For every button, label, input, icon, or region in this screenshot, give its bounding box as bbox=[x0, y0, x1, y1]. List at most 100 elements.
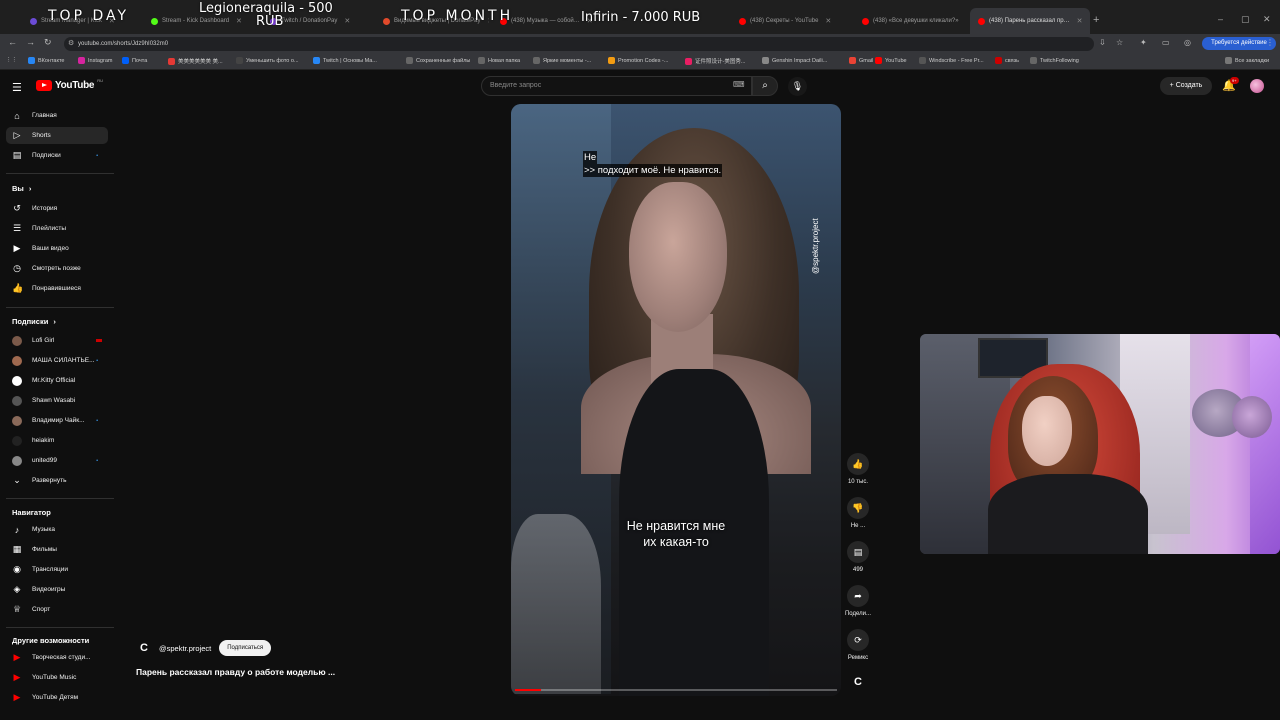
action-required-button[interactable]: Требуется действие bbox=[1202, 37, 1276, 50]
studio-icon: ▶ bbox=[13, 652, 21, 662]
sidebar-item-playlists[interactable]: ☰ Плейлисты bbox=[6, 220, 108, 237]
all-bookmarks[interactable]: Все закладки bbox=[1225, 57, 1269, 64]
bookmark-item[interactable]: Почта bbox=[122, 57, 147, 64]
browser-tab[interactable]: (438) Секреты - YouTube ✕ bbox=[731, 8, 851, 34]
channel-logo-icon[interactable]: C bbox=[137, 641, 151, 655]
bookmark-favicon-icon bbox=[122, 57, 129, 64]
channel-name[interactable]: @spektr.project bbox=[159, 644, 211, 653]
sidebar-item-movies[interactable]: ▦ Фильмы bbox=[6, 541, 108, 558]
bookmark-item[interactable]: TwitchFollowing bbox=[1030, 57, 1079, 64]
bookmark-star-icon[interactable]: ☆ bbox=[1116, 38, 1123, 47]
sidebar-item-music[interactable]: ♪ Музыка bbox=[6, 521, 108, 538]
share-button[interactable]: ➦ bbox=[847, 585, 869, 607]
bookmark-item[interactable]: 美美美美美美 美... bbox=[168, 57, 223, 65]
url-field[interactable]: ⚙ youtube.com/shorts/Jdz9hI032m0 bbox=[64, 37, 1094, 51]
bookmark-item[interactable]: Promotion Codes -... bbox=[608, 57, 668, 64]
sidebar-subscription[interactable]: Shawn Wasabi bbox=[6, 392, 108, 409]
remix-button[interactable]: ⟳ bbox=[847, 629, 869, 651]
extensions-icon[interactable]: ✦ bbox=[1140, 38, 1147, 47]
bookmark-item[interactable]: Instagram bbox=[78, 57, 112, 64]
all-bookmarks-label: Все закладки bbox=[1235, 57, 1270, 64]
tab-close-icon[interactable]: ✕ bbox=[1077, 17, 1083, 25]
sidebar-item-shorts[interactable]: ▷ Shorts bbox=[6, 127, 108, 144]
sidebar-icon[interactable]: ▭ bbox=[1162, 38, 1170, 47]
bookmark-item[interactable]: Уменьшить фото о... bbox=[236, 57, 299, 64]
browser-tab[interactable]: (438) «Все девушки кликали?»✕ bbox=[854, 8, 966, 34]
sidebar-subscription[interactable]: heiakim bbox=[6, 432, 108, 449]
sidebar-subscription[interactable]: МАША СИЛАНТЬЕ... • bbox=[6, 352, 108, 369]
sidebar-item-watch-later[interactable]: ◷ Смотреть позже bbox=[6, 260, 108, 277]
short-title[interactable]: Парень рассказал правду о работе моделью… bbox=[136, 667, 335, 677]
create-button[interactable]: + Создать bbox=[1160, 77, 1212, 95]
apps-icon[interactable]: ⋮⋮ bbox=[6, 57, 17, 63]
bookmark-item[interactable]: Gmail bbox=[849, 57, 873, 64]
sidebar-subscription[interactable]: Lofi Girl bbox=[6, 332, 108, 349]
short-video-player[interactable]: @spektr.project Не >> подходит моё. Не н… bbox=[511, 104, 841, 696]
bookmark-item[interactable]: связь bbox=[995, 57, 1019, 64]
sidebar-item-home[interactable]: ⌂ Главная bbox=[6, 107, 108, 124]
sidebar-expand[interactable]: ⌄ Развернуть bbox=[6, 472, 108, 489]
sidebar-subscription[interactable]: united99 • bbox=[6, 452, 108, 469]
new-tab-button[interactable]: + bbox=[1093, 14, 1099, 26]
hamburger-menu-icon[interactable]: ☰ bbox=[12, 81, 22, 94]
subscribe-button[interactable]: Подписаться bbox=[219, 640, 272, 656]
close-window-icon[interactable]: ✕ bbox=[1263, 14, 1271, 25]
bookmark-item[interactable]: Genshin Impact Daili... bbox=[762, 57, 827, 64]
youtube-logo[interactable]: YouTube RU bbox=[36, 78, 103, 91]
bookmark-item[interactable]: 证件照设计-美图秀... bbox=[685, 57, 745, 65]
sidebar-item-history[interactable]: ↺ История bbox=[6, 200, 108, 217]
sidebar-section-navigator[interactable]: Навигатор bbox=[12, 508, 51, 517]
voice-search-button[interactable]: 🎙 bbox=[788, 77, 807, 96]
sidebar-item-liked[interactable]: 👍 Понравившиеся bbox=[6, 280, 108, 297]
search-button[interactable]: ⌕ bbox=[752, 76, 778, 96]
sidebar-section-you[interactable]: Вы › bbox=[12, 184, 31, 193]
reload-icon[interactable]: ↻ bbox=[44, 37, 52, 48]
like-button[interactable]: 👍 bbox=[847, 453, 869, 475]
comments-button[interactable]: ▤ bbox=[847, 541, 869, 563]
account-avatar[interactable] bbox=[1250, 79, 1264, 93]
sidebar-section-subscriptions[interactable]: Подписки › bbox=[12, 317, 56, 326]
sidebar-item-subscriptions[interactable]: ▤ Подписки • bbox=[6, 147, 108, 164]
tab-close-icon[interactable]: ✕ bbox=[344, 17, 350, 25]
install-icon[interactable]: ⇩ bbox=[1099, 38, 1106, 47]
browser-tab[interactable]: (438) Парень рассказал пр… ✕ bbox=[970, 8, 1090, 34]
sidebar-item-sports[interactable]: ♕ Спорт bbox=[6, 601, 108, 618]
sidebar-item-your-videos[interactable]: ▶ Ваши видео bbox=[6, 240, 108, 257]
tab-favicon-icon bbox=[30, 17, 37, 25]
search-icon: ⌕ bbox=[762, 80, 768, 91]
caption-mid-line2: их какая-то bbox=[643, 535, 709, 549]
bookmark-item[interactable]: Яркие моменты -... bbox=[533, 57, 591, 64]
sidebar-subscription[interactable]: Владимир Чайк... • bbox=[6, 412, 108, 429]
browser-menu-icon[interactable]: ⋮ bbox=[1266, 38, 1274, 47]
channel-sound-button[interactable]: C bbox=[847, 671, 869, 693]
tab-close-icon[interactable]: ✕ bbox=[825, 17, 831, 25]
tab-close-icon[interactable]: ✕ bbox=[236, 17, 242, 25]
video-progress-fill bbox=[515, 689, 541, 691]
sidebar-item-label: Творческая студи... bbox=[32, 654, 91, 661]
forward-icon[interactable]: → bbox=[26, 37, 35, 47]
maximize-icon[interactable]: ▢ bbox=[1241, 14, 1250, 25]
minimize-icon[interactable]: – bbox=[1218, 14, 1223, 24]
dislike-button[interactable]: 👎 bbox=[847, 497, 869, 519]
sidebar-item-gaming[interactable]: ◈ Видеоигры bbox=[6, 581, 108, 598]
bookmark-item[interactable]: Windscribe - Free Pr... bbox=[919, 57, 984, 64]
sidebar-section-more[interactable]: Другие возможности bbox=[12, 636, 89, 645]
sidebar-item-youtube-music[interactable]: ▶ YouTube Music bbox=[6, 669, 108, 686]
sidebar-item-label: Владимир Чайк... bbox=[32, 417, 85, 424]
bookmarks-bar: ⋮⋮ ВКонтакте Instagram Почта 美美美美美美 美... Уме… bbox=[0, 53, 1280, 70]
profile-icon[interactable]: ◎ bbox=[1184, 38, 1191, 47]
bookmark-item[interactable]: Twitch | Основы Ма... bbox=[313, 57, 377, 64]
sidebar-subscription[interactable]: Mr.Kitty Official bbox=[6, 372, 108, 389]
sidebar-item-youtube-kids[interactable]: ▶ YouTube Детям bbox=[6, 689, 108, 706]
bookmark-item[interactable]: Сохраненные файлы bbox=[406, 57, 470, 64]
sidebar-item-live[interactable]: ◉ Трансляции bbox=[6, 561, 108, 578]
back-icon[interactable]: ← bbox=[8, 37, 17, 47]
sidebar-item-studio[interactable]: ▶ Творческая студи... bbox=[6, 649, 108, 666]
site-info-icon[interactable]: ⚙ bbox=[68, 37, 74, 51]
bookmark-item[interactable]: ВКонтакте bbox=[28, 57, 64, 64]
bookmark-item[interactable]: Новая папка bbox=[478, 57, 520, 64]
bookmark-item[interactable]: YouTube bbox=[875, 57, 907, 64]
video-progress-bar[interactable] bbox=[515, 689, 837, 691]
search-input[interactable]: Введите запрос bbox=[481, 76, 752, 96]
keyboard-icon[interactable]: ⌨ bbox=[733, 80, 745, 89]
